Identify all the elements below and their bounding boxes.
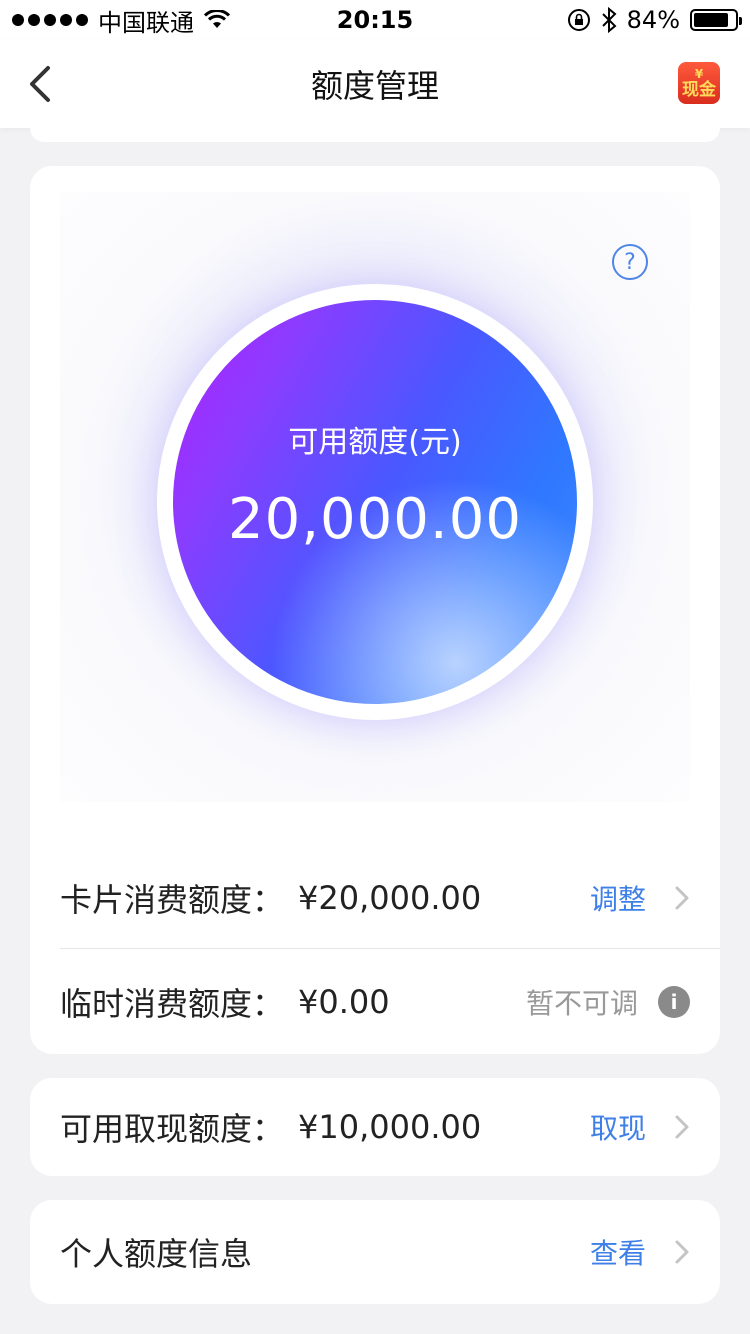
help-icon[interactable]: ? (612, 244, 648, 280)
wifi-icon (204, 10, 230, 28)
card-spending-limit-row[interactable]: 卡片消费额度： ¥20,000.00 调整 (60, 848, 720, 948)
not-adjustable-text: 暂不可调 (525, 987, 638, 1020)
personal-credit-info-card: 个人额度信息 查看 (30, 1200, 720, 1304)
temporary-spending-limit-row: 临时消费额度： ¥0.00 暂不可调 i (60, 952, 720, 1052)
cash-withdrawal-card: 可用取现额度： ¥10,000.00 取现 (30, 1078, 720, 1176)
status-left: 中国联通 (12, 3, 230, 38)
temporary-spending-limit-label: 临时消费额度： (60, 985, 285, 1023)
cash-withdrawal-limit-value: ¥10,000.00 (298, 1108, 482, 1146)
battery-icon (690, 9, 742, 31)
chevron-right-icon (675, 886, 689, 910)
available-credit-label: 可用额度(元) (288, 424, 462, 460)
cash-badge-symbol: ¥ (694, 66, 704, 81)
signal-strength-icon (12, 14, 88, 26)
personal-credit-info-row[interactable]: 个人额度信息 查看 (60, 1200, 720, 1304)
card-spending-limit-value: ¥20,000.00 (298, 879, 482, 917)
info-icon[interactable]: i (658, 986, 690, 1018)
adjust-link[interactable]: 调整 (590, 878, 646, 918)
card-spending-limit-label: 卡片消费额度： (60, 881, 285, 919)
cash-badge-label: 现金 (682, 79, 716, 100)
credit-hero: 可用额度(元) 20,000.00 ? (60, 192, 690, 802)
status-right: 84% (567, 6, 742, 34)
chevron-right-icon (675, 1240, 689, 1264)
available-credit-orb: 可用额度(元) 20,000.00 (173, 300, 577, 704)
view-link[interactable]: 查看 (590, 1232, 646, 1272)
cash-withdrawal-limit-label: 可用取现额度： (60, 1110, 285, 1148)
temporary-spending-limit-value: ¥0.00 (298, 983, 390, 1021)
orientation-lock-icon (567, 9, 590, 31)
cash-badge-icon[interactable]: ¥ 现金 (678, 62, 720, 104)
available-credit-amount: 20,000.00 (227, 486, 522, 552)
personal-credit-info-label: 个人额度信息 (60, 1235, 253, 1273)
status-bar: 中国联通 20:15 84% (0, 0, 750, 40)
page-title: 额度管理 (310, 67, 439, 105)
chevron-right-icon (675, 1115, 689, 1139)
battery-percent: 84% (626, 6, 680, 34)
carrier-name: 中国联通 (98, 8, 194, 37)
withdraw-link[interactable]: 取现 (590, 1107, 646, 1147)
row-divider (60, 948, 720, 949)
cash-withdrawal-row[interactable]: 可用取现额度： ¥10,000.00 取现 (60, 1078, 720, 1176)
nav-bar: 额度管理 ¥ 现金 (0, 40, 750, 128)
battery-fill (694, 13, 728, 27)
previous-card-edge (30, 128, 720, 142)
back-chevron-icon[interactable] (22, 62, 62, 106)
credit-limit-card: 可用额度(元) 20,000.00 ? 卡片消费额度： ¥20,000.00 调… (30, 166, 720, 1054)
bluetooth-icon (601, 7, 617, 33)
